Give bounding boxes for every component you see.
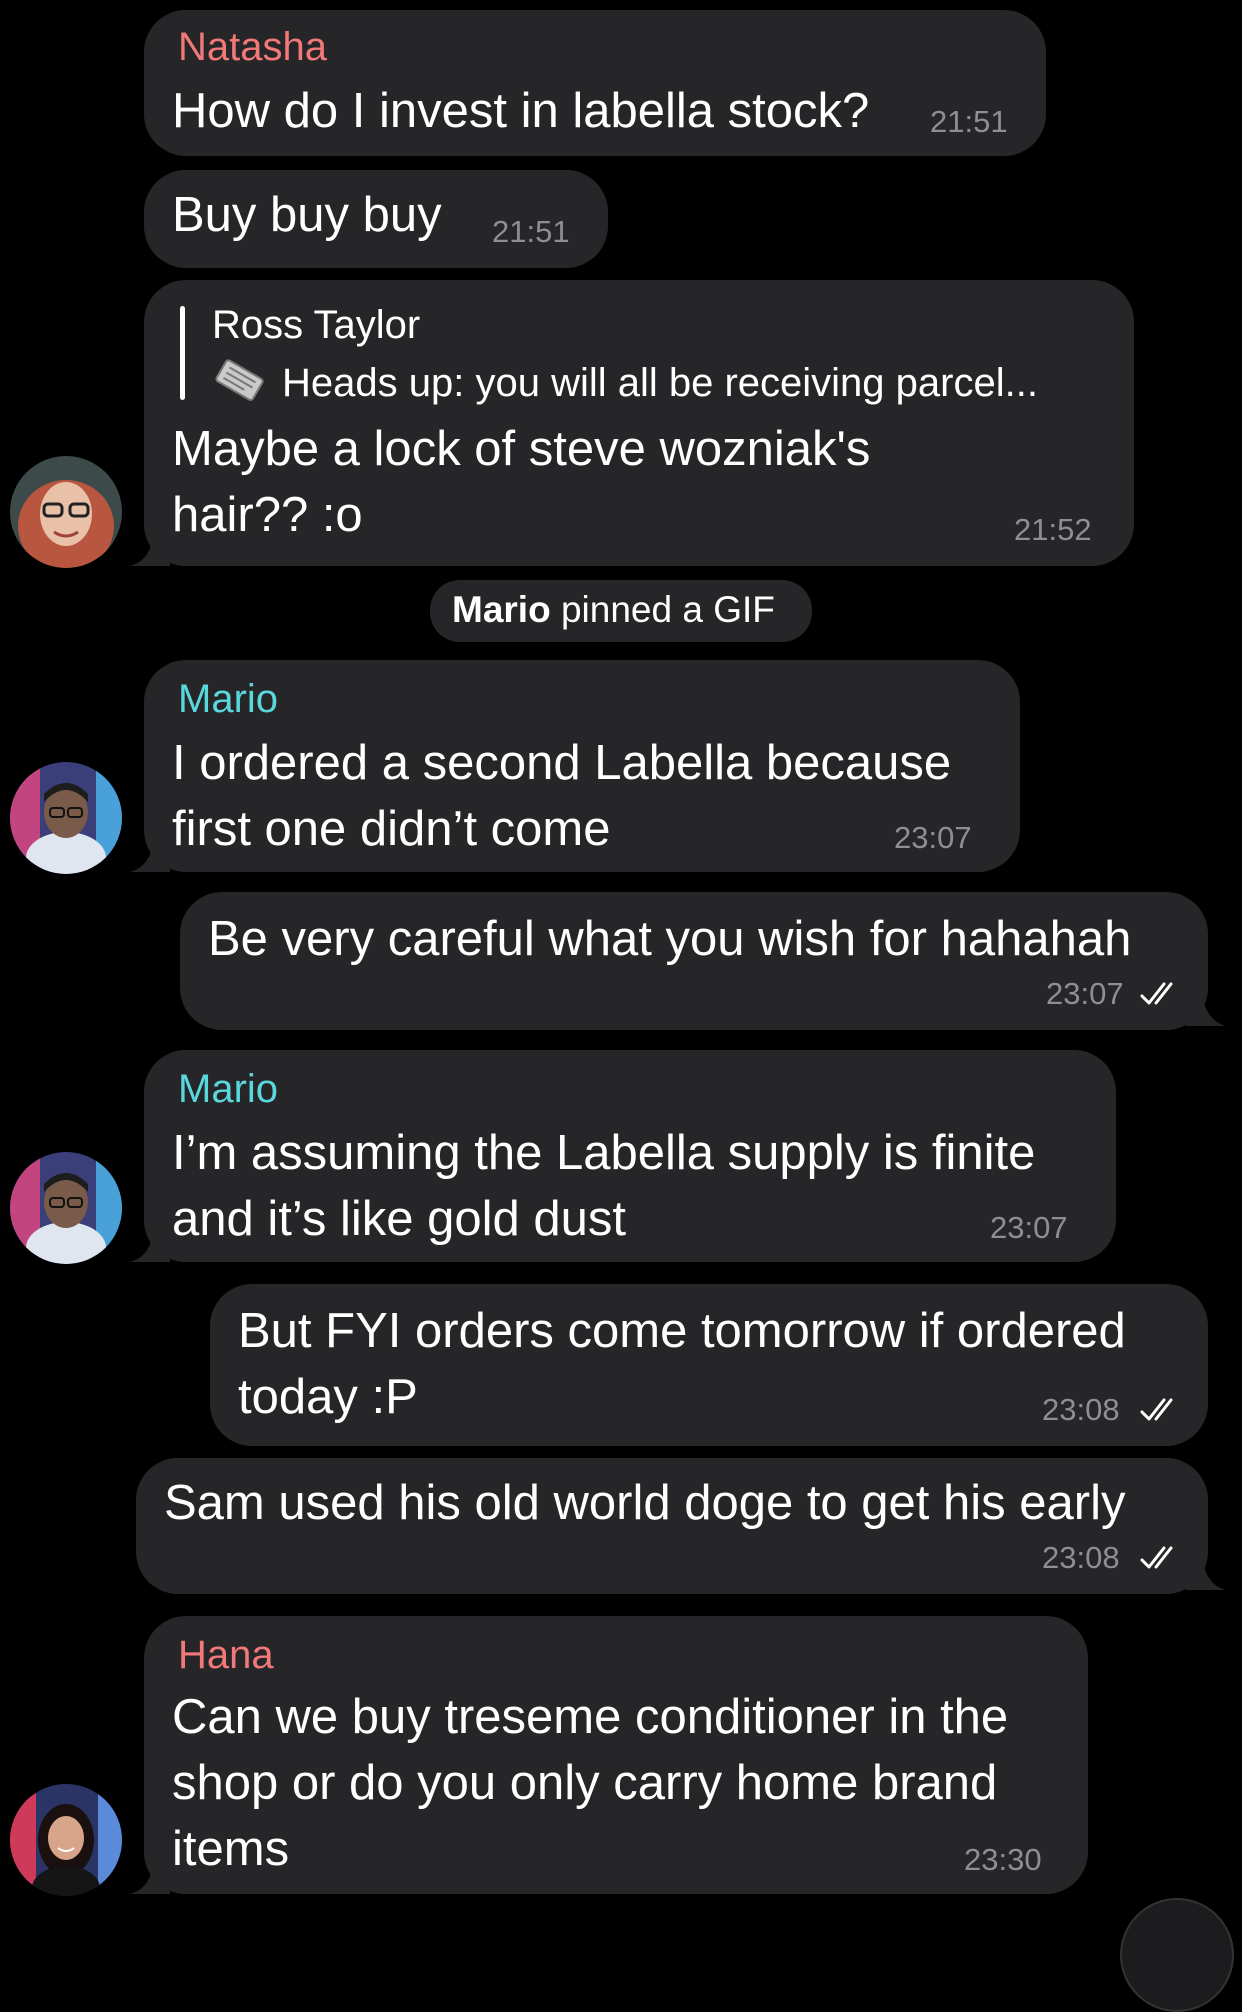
message-bubble-with-reply[interactable]: Ross Taylor Heads up: you will all be re…: [144, 280, 1134, 566]
message-text-line: Can we buy treseme conditioner in the: [172, 1690, 1009, 1744]
message-time: 23:30: [964, 1842, 1042, 1877]
sender-name[interactable]: Natasha: [178, 24, 327, 70]
bubble-tail: [130, 1858, 170, 1894]
message-text-line: first one didn’t come: [172, 802, 611, 856]
message-text: Buy buy buy: [172, 188, 442, 242]
avatar-natasha[interactable]: [10, 456, 122, 568]
message-time: 23:07: [990, 1210, 1068, 1245]
reply-author: Ross Taylor: [212, 303, 421, 347]
message-time: 23:08: [1042, 1392, 1120, 1427]
message-time: 21:51: [492, 214, 570, 249]
message-text-line: shop or do you only carry home brand: [172, 1756, 998, 1810]
system-message-pinned[interactable]: Mario pinned a GIF: [430, 580, 812, 642]
message-text-line: and it’s like gold dust: [172, 1192, 626, 1246]
message-bubble-hana[interactable]: Hana Can we buy treseme conditioner in t…: [144, 1616, 1088, 1894]
message-time: 23:07: [894, 820, 972, 855]
bubble-tail: [130, 530, 170, 566]
message-text-line: I ordered a second Labella because: [172, 736, 952, 790]
message-text: Sam used his old world doge to get his e…: [164, 1476, 1126, 1530]
message-text-line: I’m assuming the Labella supply is finit…: [172, 1126, 1036, 1180]
scroll-down-button[interactable]: [1120, 1898, 1234, 2012]
message-bubble-outgoing[interactable]: But FYI orders come tomorrow if ordered …: [210, 1284, 1208, 1446]
avatar-mario[interactable]: [10, 1152, 122, 1264]
message-time: 23:08: [1042, 1540, 1120, 1575]
message-bubble-outgoing[interactable]: Sam used his old world doge to get his e…: [136, 1458, 1208, 1594]
message-text-line: Maybe a lock of steve wozniak's: [172, 422, 871, 476]
avatar-mario[interactable]: [10, 762, 122, 874]
bubble-tail: [130, 1226, 170, 1262]
double-check-icon: [1140, 1398, 1173, 1421]
message-text-line: But FYI orders come tomorrow if ordered: [238, 1304, 1126, 1358]
message-bubble-mario[interactable]: Mario I’m assuming the Labella supply is…: [144, 1050, 1116, 1262]
system-message-text: pinned a GIF: [550, 589, 775, 630]
message-text-line: items: [172, 1822, 290, 1876]
double-check-icon: [1140, 1546, 1173, 1569]
message-text: Be very careful what you wish for hahaha…: [208, 912, 1132, 966]
reply-snippet: Heads up: you will all be receiving parc…: [282, 361, 1038, 405]
message-time: 21:51: [930, 104, 1008, 139]
sender-name[interactable]: Mario: [178, 1066, 278, 1112]
message-bubble[interactable]: Buy buy buy 21:51: [144, 170, 608, 268]
message-bubble-mario[interactable]: Mario I ordered a second Labella because…: [144, 660, 1020, 872]
message-bubble-natasha[interactable]: Natasha How do I invest in labella stock…: [144, 10, 1046, 156]
message-bubble-outgoing[interactable]: Be very careful what you wish for hahaha…: [180, 892, 1208, 1030]
avatar-hana[interactable]: [10, 1784, 122, 1896]
sender-name[interactable]: Hana: [178, 1632, 274, 1678]
double-check-icon: [1140, 982, 1173, 1005]
message-text-line: hair?? :o: [172, 488, 363, 542]
message-text: How do I invest in labella stock?: [172, 84, 870, 138]
system-message-actor: Mario: [452, 589, 551, 630]
bubble-tail-right: [1186, 1554, 1226, 1590]
bubble-tail: [130, 836, 170, 872]
sender-name[interactable]: Mario: [178, 676, 278, 722]
message-time: 21:52: [1014, 512, 1092, 547]
bubble-tail-right: [1186, 990, 1226, 1026]
reply-preview[interactable]: Ross Taylor Heads up: you will all be re…: [144, 280, 1134, 410]
message-text-line: today :P: [238, 1370, 418, 1424]
message-time: 23:07: [1046, 976, 1124, 1011]
newspaper-icon: [212, 358, 266, 404]
